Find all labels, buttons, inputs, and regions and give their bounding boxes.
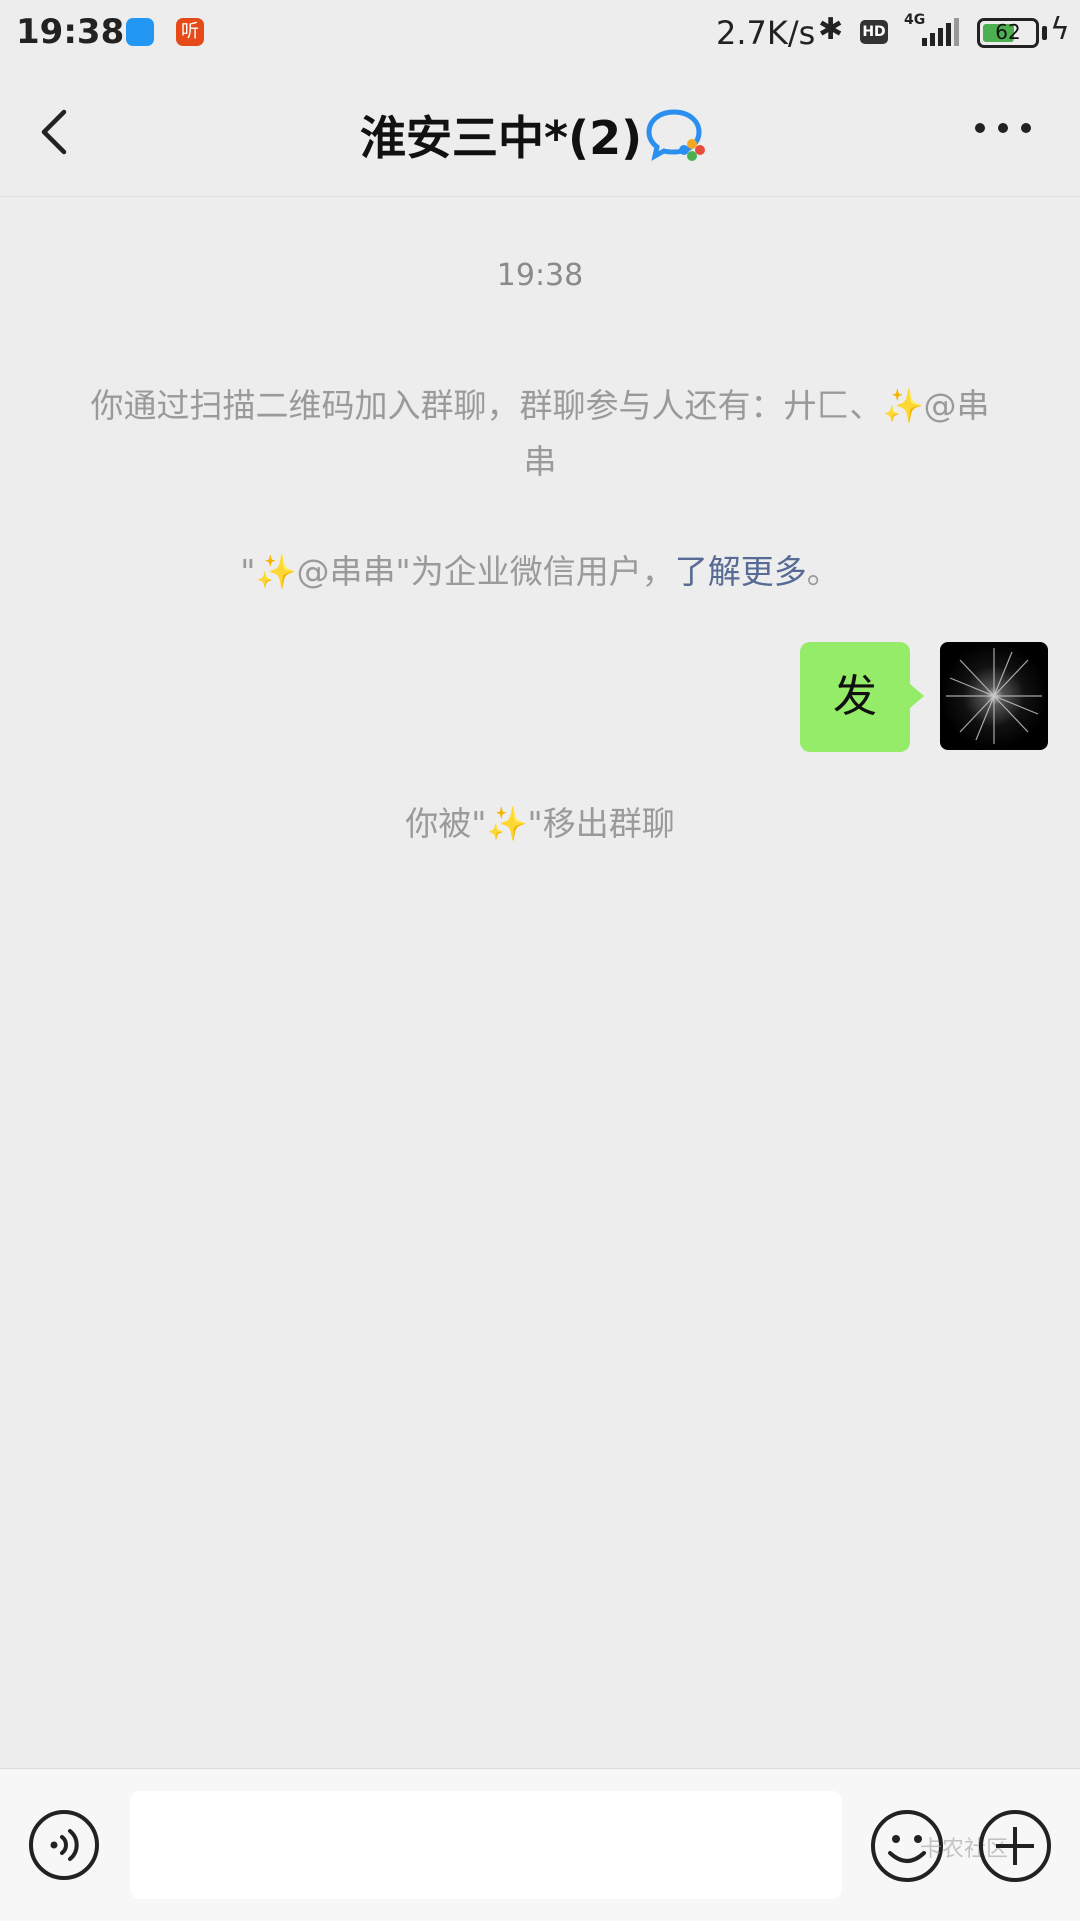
wifi-app-icon	[126, 18, 154, 46]
nav-bar: 淮安三中*(2)	[0, 66, 1080, 197]
more-dots-icon[interactable]	[970, 108, 1036, 148]
bluetooth-icon: ✱	[818, 12, 844, 47]
hd-icon: HD	[860, 20, 888, 44]
join-notice: 你通过扫描二维码加入群聊，群聊参与人还有：廾匚、✨@串串	[90, 386, 990, 481]
wecom-notice: "✨@串串"为企业微信用户，了解更多。	[90, 544, 990, 600]
listen-app-icon: 听	[176, 18, 204, 46]
signal-icon	[922, 18, 959, 46]
status-bar: 19:38 听 2.7K/s ✱ HD 4G 62 ϟ	[0, 0, 1080, 66]
wecom-notice-suffix: 。	[806, 552, 840, 591]
avatar[interactable]	[940, 642, 1048, 750]
my-message-bubble[interactable]: 发	[800, 642, 910, 752]
status-time: 19:38	[16, 12, 125, 52]
bubble-tail	[910, 684, 924, 708]
removed-notice: 你被"✨"移出群聊	[405, 804, 675, 843]
input-bar: 卡农社区	[0, 1768, 1080, 1921]
battery-tip	[1042, 26, 1047, 40]
learn-more-link[interactable]: 了解更多	[675, 552, 807, 591]
wecom-icon	[646, 109, 705, 161]
battery-level: 62	[995, 20, 1021, 44]
plus-icon[interactable]	[978, 1809, 1052, 1883]
back-arrow-icon[interactable]	[30, 100, 80, 160]
chat-timestamp: 19:38	[496, 258, 584, 293]
message-input[interactable]	[130, 1791, 842, 1899]
chat-title: 淮安三中*(2)	[360, 111, 643, 165]
battery-icon: 62	[977, 18, 1039, 48]
charging-icon: ϟ	[1050, 12, 1070, 47]
avatar-burst-image	[946, 648, 1042, 744]
voice-input-icon[interactable]	[28, 1809, 100, 1881]
wecom-notice-text: "✨@串串"为企业微信用户，	[240, 552, 675, 591]
net-speed: 2.7K/s	[716, 14, 816, 52]
